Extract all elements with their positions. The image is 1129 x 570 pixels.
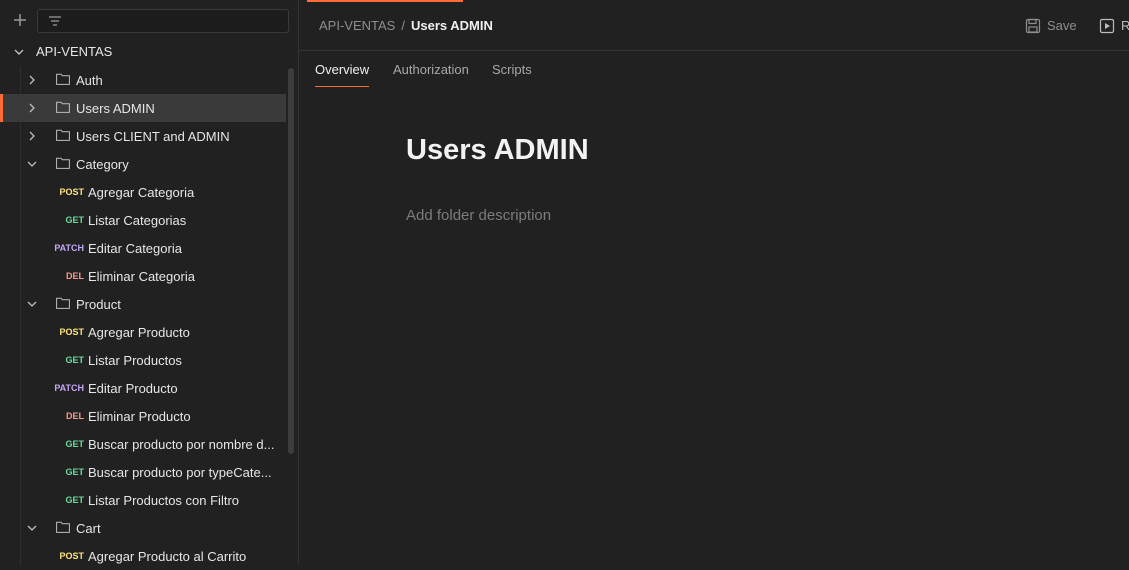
request-label: Listar Productos con Filtro bbox=[88, 493, 240, 508]
page-title: Users ADMIN bbox=[406, 134, 589, 166]
request-label: Listar Productos bbox=[88, 353, 182, 368]
folder-item[interactable]: Users CLIENT and ADMIN bbox=[0, 122, 286, 150]
request-item[interactable]: POST Agregar Categoria bbox=[0, 178, 286, 206]
chevron-down-icon[interactable] bbox=[27, 159, 37, 169]
request-item[interactable]: POST Agregar Producto bbox=[0, 318, 286, 346]
request-label: Listar Categorias bbox=[88, 213, 187, 228]
request-item[interactable]: PATCH Editar Categoria bbox=[0, 234, 286, 262]
run-icon bbox=[1099, 18, 1115, 34]
request-item[interactable]: GET Listar Categorias bbox=[0, 206, 286, 234]
sidebar-scrollbar[interactable] bbox=[288, 68, 294, 454]
tab-label: Authorization bbox=[393, 62, 469, 77]
request-label: Eliminar Categoria bbox=[88, 269, 195, 284]
collection-name: API-VENTAS bbox=[36, 44, 113, 59]
chevron-down-icon[interactable] bbox=[13, 47, 25, 57]
request-item[interactable]: GET Listar Productos bbox=[0, 346, 286, 374]
method-badge: DEL bbox=[66, 271, 84, 281]
folder-label: Category bbox=[76, 157, 129, 172]
folder-icon bbox=[56, 157, 70, 169]
method-badge: POST bbox=[59, 551, 84, 561]
breadcrumb-parent[interactable]: API-VENTAS bbox=[319, 18, 395, 33]
method-badge: POST bbox=[59, 187, 84, 197]
request-label: Eliminar Producto bbox=[88, 409, 191, 424]
folder-item[interactable]: Cart bbox=[0, 514, 286, 542]
folder-label: Auth bbox=[76, 73, 103, 88]
tab-authorization[interactable]: Authorization bbox=[393, 62, 469, 77]
folder-item[interactable]: Users ADMIN bbox=[0, 94, 286, 122]
method-badge: GET bbox=[65, 467, 84, 477]
folder-icon bbox=[56, 73, 70, 85]
folder-item[interactable]: Product bbox=[0, 290, 286, 318]
request-label: Buscar producto por typeCate... bbox=[88, 465, 272, 480]
method-badge: POST bbox=[59, 327, 84, 337]
collection-header[interactable]: API-VENTAS bbox=[0, 40, 298, 64]
sidebar: API-VENTAS Auth Users ADMIN Users CLIENT a… bbox=[0, 0, 299, 565]
request-label: Editar Categoria bbox=[88, 241, 182, 256]
chevron-right-icon[interactable] bbox=[27, 131, 37, 141]
method-badge: GET bbox=[65, 215, 84, 225]
filter-input[interactable] bbox=[37, 9, 289, 33]
method-badge: GET bbox=[65, 495, 84, 505]
tab-label: Scripts bbox=[492, 62, 532, 77]
folder-icon bbox=[56, 521, 70, 533]
tab-overview[interactable]: Overview bbox=[315, 62, 370, 87]
request-item[interactable]: DEL Eliminar Producto bbox=[0, 402, 286, 430]
chevron-down-icon[interactable] bbox=[27, 299, 37, 309]
folder-label: Users ADMIN bbox=[76, 101, 155, 116]
folder-icon bbox=[56, 101, 70, 113]
chevron-down-icon[interactable] bbox=[27, 523, 37, 533]
run-label: R bbox=[1121, 18, 1129, 33]
tab-scripts[interactable]: Scripts bbox=[492, 62, 532, 77]
request-item[interactable]: GET Buscar producto por typeCate... bbox=[0, 458, 286, 486]
folder-label: Users CLIENT and ADMIN bbox=[76, 129, 230, 144]
chevron-right-icon[interactable] bbox=[27, 103, 37, 113]
tab-label: Overview bbox=[315, 62, 370, 77]
request-item[interactable]: PATCH Editar Producto bbox=[0, 374, 286, 402]
folder-description-input[interactable]: Add folder description bbox=[406, 207, 551, 224]
tab-underline bbox=[315, 86, 370, 87]
plus-icon[interactable] bbox=[11, 11, 29, 29]
request-label: Editar Producto bbox=[88, 381, 178, 396]
save-icon bbox=[1025, 18, 1041, 34]
folder-label: Product bbox=[76, 297, 121, 312]
save-label: Save bbox=[1047, 18, 1077, 33]
collection-tree: Auth Users ADMIN Users CLIENT and ADMIN Cat… bbox=[0, 66, 298, 570]
breadcrumb-current: Users ADMIN bbox=[410, 18, 493, 33]
folder-item[interactable]: Auth bbox=[0, 66, 286, 94]
method-badge: PATCH bbox=[54, 383, 84, 393]
breadcrumb-separator: / bbox=[401, 18, 405, 33]
request-item[interactable]: GET Listar Productos con Filtro bbox=[0, 486, 286, 514]
request-label: Agregar Producto bbox=[88, 325, 190, 340]
header: API-VENTAS / Users ADMIN Save R bbox=[299, 0, 1129, 51]
request-item[interactable]: DEL Eliminar Categoria bbox=[0, 262, 286, 290]
request-item[interactable]: POST Agregar Producto al Carrito bbox=[0, 542, 286, 570]
main-panel: API-VENTAS / Users ADMIN Save R Overview Au… bbox=[299, 0, 1129, 565]
method-badge: GET bbox=[65, 439, 84, 449]
chevron-right-icon[interactable] bbox=[27, 75, 37, 85]
folder-item[interactable]: Category bbox=[0, 150, 286, 178]
sidebar-toolbar bbox=[0, 0, 298, 42]
folder-icon bbox=[56, 129, 70, 141]
method-badge: PATCH bbox=[54, 243, 84, 253]
request-label: Agregar Categoria bbox=[88, 185, 195, 200]
filter-icon bbox=[49, 16, 61, 26]
breadcrumb: API-VENTAS / Users ADMIN bbox=[319, 18, 493, 33]
request-item[interactable]: GET Buscar producto por nombre d... bbox=[0, 430, 286, 458]
folder-label: Cart bbox=[76, 521, 101, 536]
method-badge: DEL bbox=[66, 411, 84, 421]
folder-icon bbox=[56, 297, 70, 309]
request-label: Agregar Producto al Carrito bbox=[88, 549, 247, 564]
method-badge: GET bbox=[65, 355, 84, 365]
request-label: Buscar producto por nombre d... bbox=[88, 437, 275, 452]
